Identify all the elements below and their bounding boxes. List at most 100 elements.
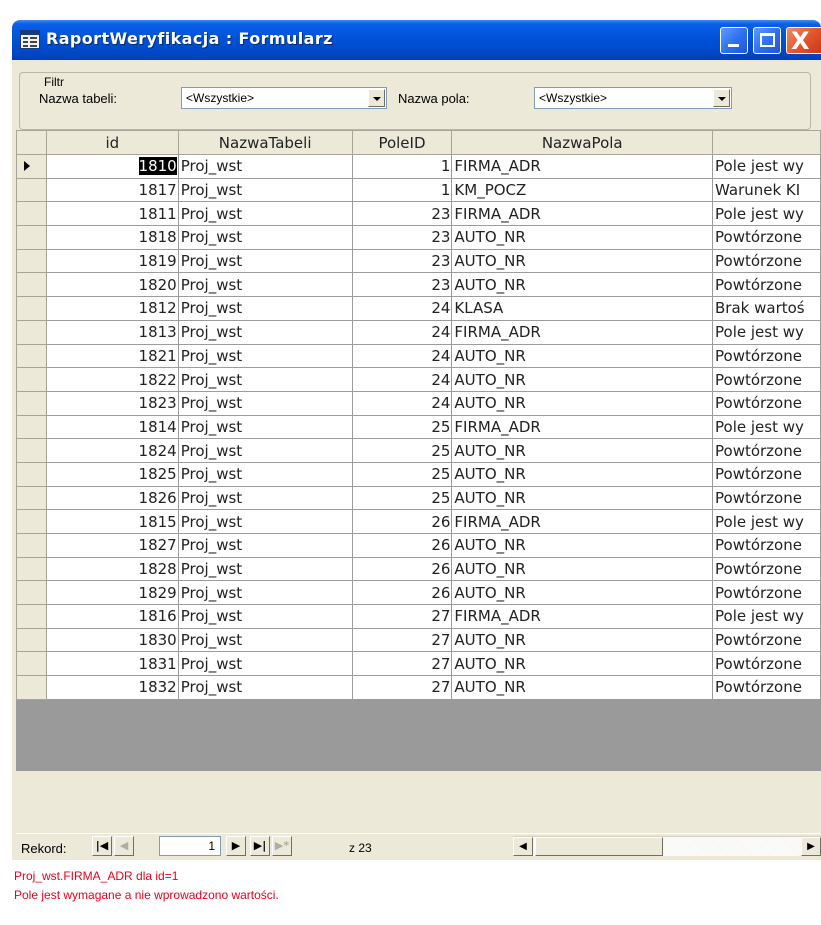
record-selector[interactable] [16, 225, 47, 250]
title-bar[interactable]: RaportWeryfikacja : Formularz X [12, 20, 821, 60]
cell-pole-id[interactable]: 27 [351, 651, 453, 677]
table-row[interactable]: 1815 Proj_wst 26 FIRMA_ADR Pole jest wy [16, 509, 821, 534]
cell-nazwa-pola[interactable]: FIRMA_ADR [451, 201, 713, 227]
cell-nazwa-pola[interactable]: KM_POCZ [451, 177, 713, 203]
cell-pole-id[interactable]: 23 [351, 248, 453, 274]
cell-nazwa-tabeli[interactable]: Proj_wst [177, 651, 353, 677]
column-header-nazwa-tabeli[interactable]: NazwaTabeli [177, 130, 353, 155]
cell-message[interactable]: Powtórzone [712, 533, 821, 558]
cell-id[interactable]: 1827 [45, 533, 179, 558]
table-row[interactable]: 1828 Proj_wst 26 AUTO_NR Powtórzone [16, 556, 821, 582]
cell-message[interactable]: Powtórzone [712, 438, 821, 463]
cell-message[interactable]: Pole jest wy [712, 509, 821, 534]
table-row[interactable]: 1813 Proj_wst 24 FIRMA_ADR Pole jest wy [16, 319, 821, 345]
column-header-message[interactable] [712, 130, 821, 155]
cell-nazwa-pola[interactable]: AUTO_NR [451, 390, 713, 416]
cell-nazwa-tabeli[interactable]: Proj_wst [177, 580, 353, 606]
cell-pole-id[interactable]: 23 [351, 272, 453, 298]
cell-id[interactable]: 1825 [45, 461, 179, 487]
column-header-nazwa-pola[interactable]: NazwaPola [451, 130, 713, 155]
cell-nazwa-tabeli[interactable]: Proj_wst [177, 343, 353, 369]
record-selector[interactable] [16, 201, 47, 227]
cell-pole-id[interactable]: 1 [351, 177, 453, 203]
record-selector[interactable] [16, 272, 47, 298]
cell-message[interactable]: Brak wartoś [712, 296, 821, 321]
cell-message[interactable]: Powtórzone [712, 675, 821, 700]
cell-message[interactable]: Pole jest wy [712, 319, 821, 345]
record-selector[interactable] [16, 627, 47, 653]
field-name-combo[interactable]: <Wszystkie> [534, 87, 732, 109]
cell-nazwa-tabeli[interactable]: Proj_wst [177, 675, 353, 700]
table-row[interactable]: 1825 Proj_wst 25 AUTO_NR Powtórzone [16, 461, 821, 487]
cell-id[interactable]: 1820 [45, 272, 179, 298]
cell-message[interactable]: Powtórzone [712, 343, 821, 369]
table-row[interactable]: 1826 Proj_wst 25 AUTO_NR Powtórzone [16, 485, 821, 511]
record-selector[interactable] [16, 604, 47, 629]
cell-nazwa-tabeli[interactable]: Proj_wst [177, 485, 353, 511]
cell-nazwa-tabeli[interactable]: Proj_wst [177, 367, 353, 392]
table-row[interactable]: 1816 Proj_wst 27 FIRMA_ADR Pole jest wy [16, 604, 821, 629]
next-record-button[interactable]: ▶ [226, 836, 246, 856]
cell-message[interactable]: Pole jest wy [712, 414, 821, 440]
new-record-button[interactable]: ▶* [272, 836, 292, 856]
cell-pole-id[interactable]: 25 [351, 461, 453, 487]
cell-id[interactable]: 1814 [45, 414, 179, 440]
cell-nazwa-pola[interactable]: AUTO_NR [451, 272, 713, 298]
record-selector[interactable] [16, 438, 47, 463]
cell-message[interactable]: Pole jest wy [712, 201, 821, 227]
record-selector[interactable] [16, 485, 47, 511]
cell-nazwa-pola[interactable]: FIRMA_ADR [451, 414, 713, 440]
record-selector[interactable] [16, 177, 47, 203]
table-row[interactable]: 1819 Proj_wst 23 AUTO_NR Powtórzone [16, 248, 821, 274]
cell-id[interactable]: 1813 [45, 319, 179, 345]
minimize-button[interactable] [720, 27, 748, 54]
cell-nazwa-tabeli[interactable]: Proj_wst [177, 627, 353, 653]
record-selector[interactable] [16, 367, 47, 392]
horizontal-scrollbar[interactable]: ◀ ▶ [513, 836, 821, 856]
table-row[interactable]: 1822 Proj_wst 24 AUTO_NR Powtórzone [16, 367, 821, 392]
table-name-combo[interactable]: <Wszystkie> [181, 87, 387, 109]
cell-nazwa-pola[interactable]: AUTO_NR [451, 438, 713, 463]
cell-id[interactable]: 1826 [45, 485, 179, 511]
cell-id[interactable]: 1811 [45, 201, 179, 227]
cell-pole-id[interactable]: 25 [351, 485, 453, 511]
cell-pole-id[interactable]: 27 [351, 675, 453, 700]
record-selector[interactable] [16, 414, 47, 440]
cell-nazwa-pola[interactable]: AUTO_NR [451, 556, 713, 582]
cell-message[interactable]: Powtórzone [712, 248, 821, 274]
record-selector[interactable] [16, 343, 47, 369]
cell-id[interactable]: 1815 [45, 509, 179, 534]
table-row[interactable]: 1830 Proj_wst 27 AUTO_NR Powtórzone [16, 627, 821, 653]
cell-id[interactable]: 1830 [45, 627, 179, 653]
cell-pole-id[interactable]: 25 [351, 414, 453, 440]
cell-nazwa-pola[interactable]: FIRMA_ADR [451, 319, 713, 345]
cell-nazwa-pola[interactable]: AUTO_NR [451, 675, 713, 700]
cell-nazwa-pola[interactable]: KLASA [451, 296, 713, 321]
cell-pole-id[interactable]: 1 [351, 154, 453, 179]
table-name-dropdown-icon[interactable] [368, 89, 385, 107]
record-selector[interactable] [16, 390, 47, 416]
cell-nazwa-pola[interactable]: AUTO_NR [451, 367, 713, 392]
record-selector[interactable] [16, 675, 47, 700]
cell-message[interactable]: Powtórzone [712, 580, 821, 606]
table-row[interactable]: 1824 Proj_wst 25 AUTO_NR Powtórzone [16, 438, 821, 463]
cell-pole-id[interactable]: 24 [351, 319, 453, 345]
cell-pole-id[interactable]: 26 [351, 580, 453, 606]
scroll-left-button[interactable]: ◀ [513, 837, 533, 856]
corner-selector[interactable] [16, 130, 47, 155]
cell-nazwa-tabeli[interactable]: Proj_wst [177, 201, 353, 227]
cell-message[interactable]: Pole jest wy [712, 604, 821, 629]
cell-id[interactable]: 1810 [45, 154, 179, 179]
cell-nazwa-tabeli[interactable]: Proj_wst [177, 438, 353, 463]
table-row[interactable]: 1810 Proj_wst 1 FIRMA_ADR Pole jest wy [16, 154, 821, 179]
previous-record-button[interactable]: ◀ [114, 836, 134, 856]
cell-nazwa-tabeli[interactable]: Proj_wst [177, 177, 353, 203]
cell-id[interactable]: 1832 [45, 675, 179, 700]
cell-nazwa-pola[interactable]: AUTO_NR [451, 248, 713, 274]
cell-nazwa-pola[interactable]: AUTO_NR [451, 627, 713, 653]
cell-pole-id[interactable]: 26 [351, 509, 453, 534]
cell-nazwa-tabeli[interactable]: Proj_wst [177, 509, 353, 534]
cell-message[interactable]: Powtórzone [712, 556, 821, 582]
cell-message[interactable]: Powtórzone [712, 272, 821, 298]
cell-pole-id[interactable]: 25 [351, 438, 453, 463]
